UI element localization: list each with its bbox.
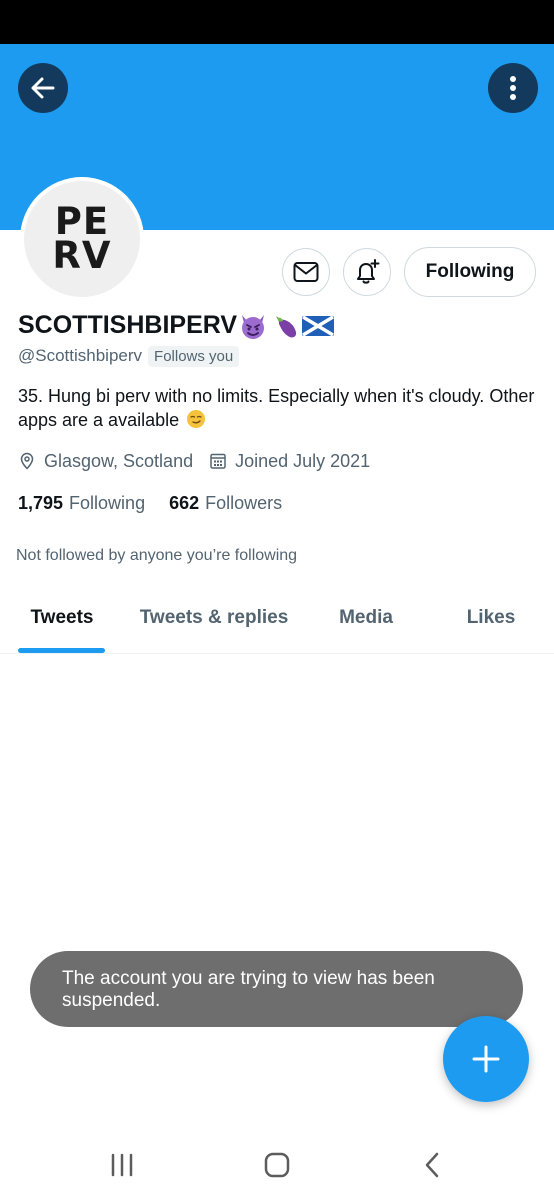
location-icon: [20, 452, 34, 470]
nav-recents-button[interactable]: [102, 1148, 142, 1182]
active-tab-indicator: [18, 648, 105, 653]
profile-meta-row: Glasgow, Scotland Joined July 2021: [18, 449, 370, 473]
following-stat[interactable]: 1,795 Following: [18, 493, 145, 514]
tab-tweets[interactable]: Tweets: [18, 594, 106, 642]
avatar-text-line2: RV: [52, 234, 112, 277]
more-vertical-icon: [510, 76, 516, 100]
followers-stat[interactable]: 662 Followers: [169, 493, 282, 514]
recents-icon: [111, 1153, 133, 1177]
notifications-button[interactable]: [343, 248, 391, 296]
eggplant-emoji: [276, 315, 297, 337]
bio-text: 35. Hung bi perv with no limits. Especia…: [18, 386, 535, 430]
system-nav-bar: [0, 1130, 554, 1200]
bell-plus-icon: [357, 259, 380, 284]
scotland-flag-emoji: [302, 314, 335, 337]
handle-row: @Scottishbiperv Follows you: [18, 344, 240, 368]
following-label: Following: [69, 492, 146, 513]
home-icon: [264, 1152, 290, 1178]
nav-home-button[interactable]: [257, 1148, 297, 1182]
not-followed-note: Not followed by anyone you’re following: [16, 547, 298, 564]
bio: 35. Hung bi perv with no limits. Especia…: [18, 384, 538, 432]
smirking-face-emoji: [187, 410, 206, 428]
nav-back-button[interactable]: [412, 1148, 452, 1182]
tab-media[interactable]: Media: [330, 594, 402, 642]
mail-icon: [293, 262, 319, 282]
avatar[interactable]: PE RV: [20, 177, 144, 301]
tab-likes[interactable]: Likes: [452, 594, 530, 642]
plus-icon: [472, 1045, 500, 1073]
back-button[interactable]: [18, 63, 68, 113]
message-button[interactable]: [282, 248, 330, 296]
display-name-row: SCOTTISHBIPERV: [18, 311, 335, 340]
handle: @Scottishbiperv: [18, 346, 143, 365]
avatar-image: PE RV: [24, 181, 140, 297]
status-bar: [0, 0, 554, 44]
follows-you-badge: Follows you: [148, 345, 240, 367]
compose-tweet-button[interactable]: [443, 1016, 529, 1102]
calendar-icon: [210, 453, 226, 469]
back-icon: [425, 1152, 439, 1178]
joined-text: Joined July 2021: [235, 450, 371, 471]
following-button[interactable]: Following: [404, 247, 536, 297]
smiling-imp-emoji: [242, 314, 265, 339]
following-count: 1,795: [18, 492, 64, 513]
profile-tabs: Tweets Tweets & replies Media Likes: [0, 594, 554, 654]
arrow-left-icon: [31, 77, 55, 99]
followers-label: Followers: [205, 492, 283, 513]
stats-row: 1,795 Following 662 Followers: [18, 491, 282, 515]
suspended-toast: The account you are trying to view has b…: [30, 951, 523, 1027]
location-text: Glasgow, Scotland: [44, 450, 194, 471]
display-name: SCOTTISHBIPERV: [18, 311, 238, 339]
tab-tweets-and-replies[interactable]: Tweets & replies: [140, 594, 289, 642]
more-options-button[interactable]: [488, 63, 538, 113]
followers-count: 662: [169, 492, 200, 513]
